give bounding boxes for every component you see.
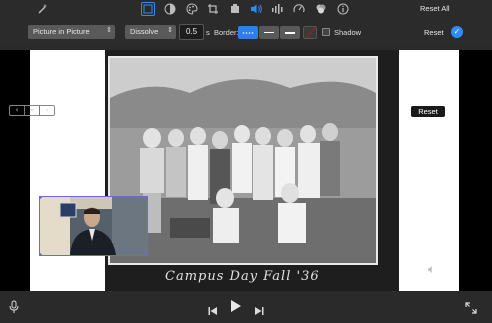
shadow-label: Shadow	[334, 28, 362, 37]
duration-input[interactable]: 0.5	[179, 24, 204, 40]
duration-unit-label: s	[206, 28, 210, 37]
transition-select[interactable]: Dissolve ⇕	[125, 25, 176, 39]
clip-filter-icon[interactable]	[314, 2, 328, 16]
photo-caption: Campus Day Fall '36	[165, 269, 320, 284]
stabilization-camera-icon[interactable]	[228, 2, 242, 16]
microphone-icon[interactable]	[9, 299, 19, 318]
color-palette-icon[interactable]	[185, 2, 199, 16]
fullscreen-icon[interactable]	[465, 299, 477, 318]
shadow-checkbox[interactable]	[322, 28, 330, 36]
color-balance-icon[interactable]	[163, 2, 177, 16]
viewer-reset-button[interactable]: Reset	[411, 106, 445, 117]
speaker-watermark-icon: 🔈︎	[428, 262, 436, 276]
border-thick-button[interactable]	[280, 26, 300, 39]
reset-all-button[interactable]: Reset All	[420, 4, 450, 13]
overlay-options-bar: Picture in Picture ⇕ Dissolve ⇕ 0.5 s Bo…	[0, 20, 492, 45]
resize-handle-top-right[interactable]	[145, 197, 147, 199]
volume-icon[interactable]	[249, 2, 263, 16]
next-arrow-icon[interactable]: ›	[40, 106, 54, 115]
border-dotted-button[interactable]	[238, 26, 258, 39]
crop-frame-icon[interactable]	[141, 2, 155, 16]
resize-handle-bottom-right[interactable]	[145, 253, 147, 255]
center-target-icon[interactable]: ⌖	[25, 106, 40, 115]
transition-value: Dissolve	[130, 27, 159, 36]
vintage-group-photo	[108, 56, 378, 265]
border-color-well[interactable]	[303, 26, 317, 39]
overlay-mode-value: Picture in Picture	[33, 27, 90, 36]
play-icon[interactable]	[230, 298, 242, 317]
noise-reduction-icon[interactable]	[270, 2, 284, 16]
crop-icon[interactable]	[206, 2, 220, 16]
info-icon[interactable]	[336, 2, 350, 16]
speed-icon[interactable]	[292, 2, 306, 16]
reset-options-button[interactable]: Reset	[424, 28, 444, 37]
picture-in-picture-overlay[interactable]	[39, 196, 148, 256]
skip-back-icon[interactable]	[208, 301, 218, 320]
border-label: Border:	[214, 28, 239, 37]
chevron-updown-icon: ⇕	[167, 27, 173, 34]
top-toolbar: Reset All	[0, 0, 492, 20]
chevron-updown-icon: ⇕	[106, 27, 112, 34]
overlay-mode-select[interactable]: Picture in Picture ⇕	[28, 25, 115, 39]
transport-bar	[0, 291, 492, 323]
video-viewer: ‹ ⌖ › Reset Campus Day Fall '36 🔈︎	[0, 50, 492, 291]
frame-navigation-control: ‹ ⌖ ›	[9, 105, 55, 116]
white-background-right	[399, 50, 459, 291]
apply-checkmark-icon[interactable]: ✓	[451, 26, 463, 38]
previous-arrow-icon[interactable]: ‹	[10, 106, 25, 115]
border-thin-button[interactable]	[259, 26, 279, 39]
magic-wand-icon[interactable]	[36, 2, 50, 16]
skip-forward-icon[interactable]	[254, 301, 264, 320]
resize-handle-bottom-left[interactable]	[40, 253, 42, 255]
